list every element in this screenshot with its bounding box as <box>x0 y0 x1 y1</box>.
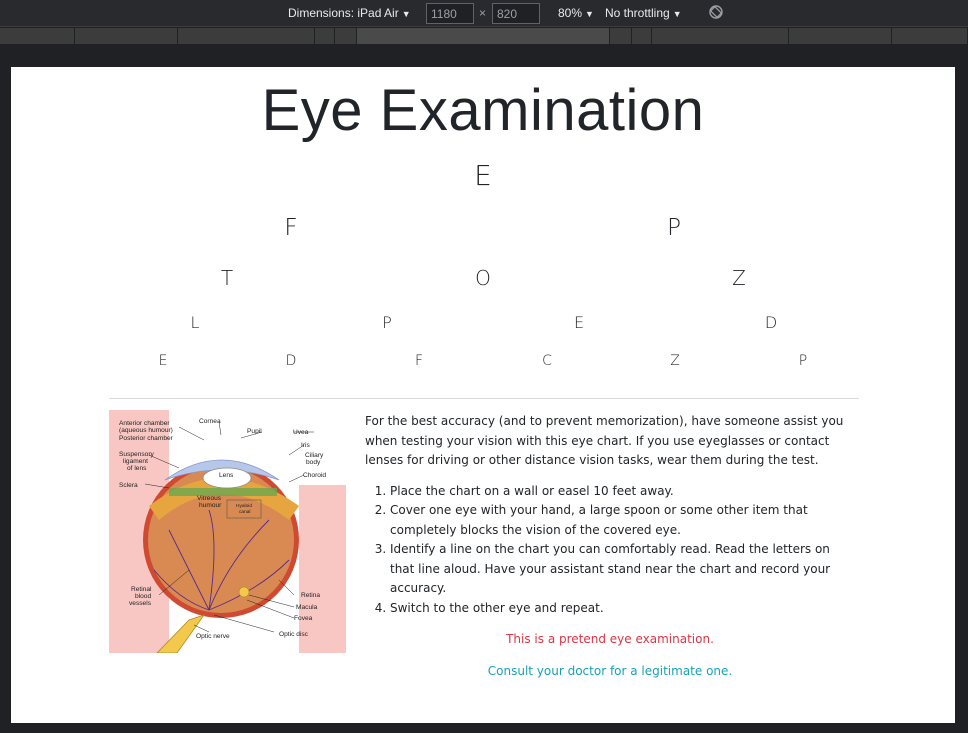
rotate-icon[interactable] <box>708 4 724 23</box>
label-optic-disc: Optic disc <box>279 631 309 638</box>
ruler-segment[interactable] <box>178 28 315 44</box>
eye-anatomy-diagram: Anterior chamber (aqueous humour) Poster… <box>109 410 346 653</box>
chart-letter: C <box>542 353 552 369</box>
ruler-segment[interactable] <box>789 28 892 44</box>
chart-letter: P <box>798 353 808 369</box>
label-retina: Retina <box>301 592 320 599</box>
label-optic-nerve: Optic nerve <box>196 633 230 640</box>
label-iris: Iris <box>301 442 310 449</box>
throttling-label: No throttling <box>605 6 670 20</box>
caret-down-icon: ▼ <box>401 9 411 19</box>
chart-letter: P <box>382 313 392 332</box>
chart-letter: F <box>284 215 298 241</box>
chart-letter: O <box>475 266 491 290</box>
ruler-segment[interactable] <box>632 28 652 44</box>
step-item: Cover one eye with your hand, a large sp… <box>390 501 855 540</box>
label-aqueous: (aqueous humour) <box>119 427 173 434</box>
label-cornea: Cornea <box>199 418 221 425</box>
throttling-dropdown[interactable]: No throttling ▼ <box>605 6 682 20</box>
label-choroid: Choroid <box>303 472 326 479</box>
label-blood: blood <box>135 593 151 600</box>
label-humour: humour <box>199 502 222 509</box>
label-hyaloid: Hyaloid <box>236 503 252 509</box>
device-dropdown[interactable]: Dimensions: iPad Air ▼ <box>288 6 411 20</box>
page-title: Eye Examination <box>261 78 705 143</box>
chart-letter: T <box>220 266 234 290</box>
ruler-segment[interactable] <box>0 28 75 44</box>
label-anterior: Anterior chamber <box>119 420 170 427</box>
divider <box>109 398 859 399</box>
chart-letter: D <box>764 313 778 332</box>
caret-down-icon: ▼ <box>672 9 682 19</box>
label-sclera: Sclera <box>119 482 138 489</box>
label-ligament: ligament <box>123 458 148 465</box>
ruler-segment[interactable] <box>335 28 357 44</box>
label-fovea: Fovea <box>294 615 313 622</box>
devtools-toolbar: Dimensions: iPad Air ▼ 1180 × 820 80% ▼ No… <box>0 0 968 27</box>
consult-text: Consult your doctor for a legitimate one… <box>487 663 733 678</box>
instructions: For the best accuracy (and to prevent me… <box>365 412 855 681</box>
ruler-segment[interactable] <box>75 28 178 44</box>
width-input[interactable]: 1180 <box>426 3 474 24</box>
caret-down-icon: ▼ <box>585 9 594 19</box>
label-ciliary: Ciliary <box>305 452 324 459</box>
label-vitreous: Vitreous <box>197 495 222 502</box>
times-sign: × <box>479 6 487 20</box>
label-vessels: vessels <box>129 600 152 607</box>
label-lens: Lens <box>219 472 234 479</box>
label-uvea: Uvea <box>293 429 309 436</box>
step-item: Switch to the other eye and repeat. <box>390 599 855 619</box>
label-suspensory: Suspensory <box>119 451 155 458</box>
chart-letter: E <box>158 353 168 369</box>
chart-letter: Z <box>732 266 746 290</box>
label-pupil: Pupil <box>247 428 262 435</box>
label-posterior: Posterior chamber <box>119 435 174 442</box>
intro-text: For the best accuracy (and to prevent me… <box>365 414 844 467</box>
chart-letter: L <box>190 313 200 332</box>
label-of-lens: of lens <box>127 465 147 472</box>
height-input[interactable]: 820 <box>492 3 540 24</box>
ruler-segment[interactable] <box>315 28 335 44</box>
chart-letter: E <box>573 313 585 332</box>
steps-list: Place the chart on a wall or easel 10 fe… <box>365 482 855 619</box>
chart-letter: Z <box>670 353 680 369</box>
label-retinal: Retinal <box>131 586 152 593</box>
ruler-segment[interactable] <box>652 28 789 44</box>
label-macula: Macula <box>296 604 318 611</box>
ruler-segment[interactable] <box>357 28 610 44</box>
chart-letter: F <box>414 353 424 369</box>
ruler-segment[interactable] <box>610 28 632 44</box>
label-body: body <box>306 459 321 466</box>
step-item: Place the chart on a wall or easel 10 fe… <box>390 482 855 502</box>
chart-letter: D <box>285 353 297 369</box>
chart-letter: P <box>667 215 681 241</box>
chart-letter: E <box>474 159 492 192</box>
step-item: Identify a line on the chart you can com… <box>390 540 855 599</box>
page-viewport: Eye Examination E F P T O Z L P E D E D F C Z P Anterio… <box>11 67 955 723</box>
media-query-ruler[interactable] <box>0 28 968 44</box>
device-label: Dimensions: iPad Air <box>288 6 399 20</box>
label-canal: canal <box>239 509 250 515</box>
ruler-segment[interactable] <box>892 28 968 44</box>
zoom-dropdown[interactable]: 80% ▼ <box>558 6 594 20</box>
zoom-label: 80% <box>558 6 583 20</box>
warning-text: This is a pretend eye examination. <box>506 632 714 646</box>
